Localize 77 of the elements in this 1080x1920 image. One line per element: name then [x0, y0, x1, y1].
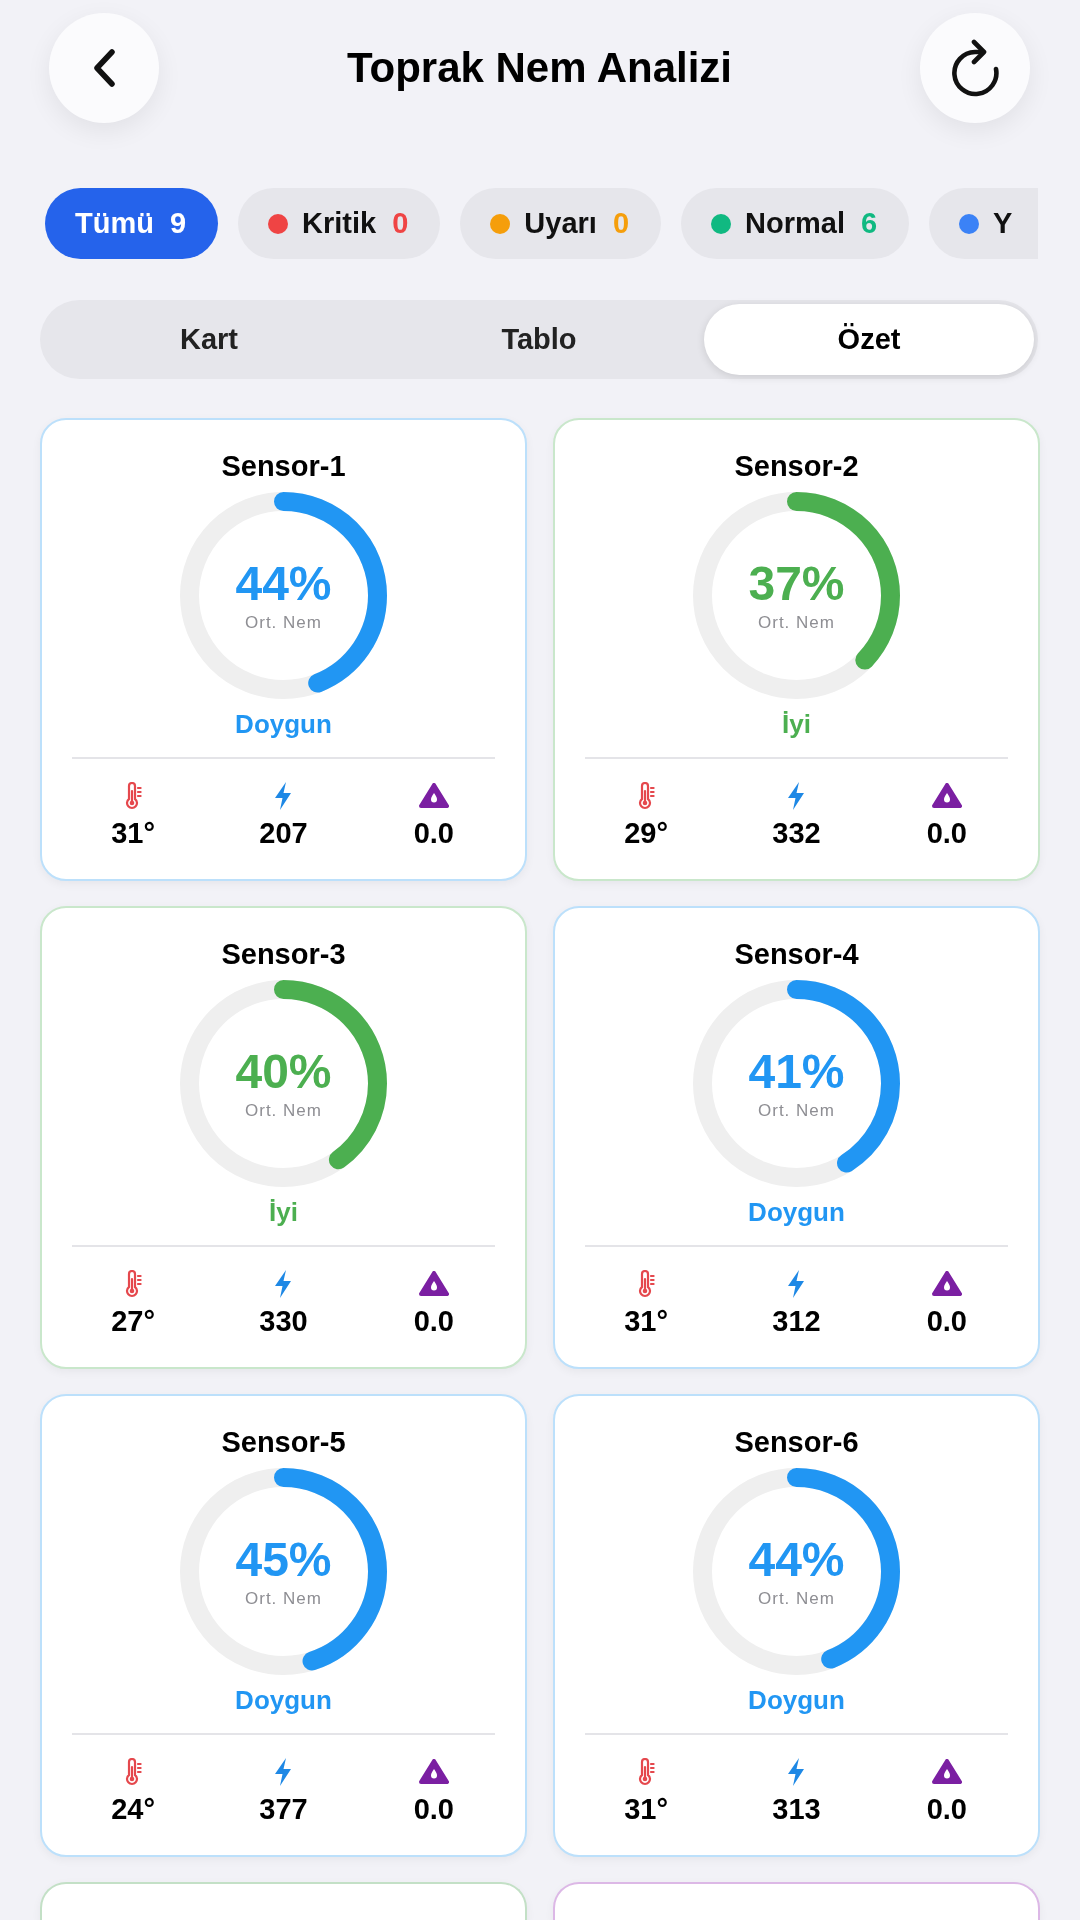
triangle-drop-icon [931, 1759, 962, 1785]
sensor-card[interactable]: Sensor-3 40% Ort. Nem İyi 27° 330 0.0 [40, 906, 527, 1369]
triangle-drop-icon [931, 783, 962, 809]
status-label: Doygun [235, 709, 332, 739]
sensor-name: Sensor-3 [221, 937, 346, 972]
sensor-card[interactable]: Sensor-4 41% Ort. Nem Doygun 31° 312 0.0 [553, 906, 1040, 1369]
gauge-caption: Ort. Nem [245, 1588, 322, 1609]
triangle-drop-icon [418, 783, 449, 809]
metric-value: 31° [624, 1305, 669, 1337]
thermometer-icon [637, 1270, 655, 1298]
metric-value: 31° [624, 1793, 669, 1825]
metric-value: 0.0 [926, 817, 967, 849]
metric-value: 29° [624, 817, 669, 849]
refresh-icon [950, 39, 1000, 97]
filter-chip[interactable]: Y [929, 188, 1038, 259]
metric-value: 377 [259, 1793, 308, 1825]
metric-value: 31° [111, 817, 156, 849]
lightning-icon [274, 1270, 293, 1298]
gauge-caption: Ort. Nem [245, 612, 322, 633]
metric-value: 0.0 [926, 1305, 967, 1337]
chevron-left-icon [92, 49, 116, 87]
metric-value: 0.0 [926, 1793, 967, 1825]
lightning-icon [274, 782, 293, 810]
sensor-name: Sensor-2 [734, 449, 859, 484]
moisture-percent: 44% [235, 558, 332, 609]
lightning-icon [274, 1758, 293, 1786]
sensor-card[interactable]: Sensor-2 37% Ort. Nem İyi 29° 332 0.0 [553, 418, 1040, 881]
moisture-percent: 37% [748, 558, 845, 609]
status-label: İyi [782, 709, 811, 739]
metric-value: 312 [772, 1305, 821, 1337]
moisture-percent: 40% [235, 1046, 332, 1097]
thermometer-icon [124, 782, 142, 810]
metric-value: 27° [111, 1305, 156, 1337]
metric-value: 207 [259, 817, 308, 849]
metric-value: 0.0 [413, 1305, 454, 1337]
gauge-caption: Ort. Nem [758, 1100, 835, 1121]
triangle-drop-icon [418, 1759, 449, 1785]
gauge-caption: Ort. Nem [245, 1100, 322, 1121]
status-label: Doygun [748, 1197, 845, 1227]
thermometer-icon [124, 1270, 142, 1298]
status-label: Doygun [235, 1685, 332, 1715]
sensor-name: Sensor-1 [221, 449, 346, 484]
view-tab[interactable]: Kart [44, 304, 374, 375]
moisture-percent: 41% [748, 1046, 845, 1097]
filter-chip[interactable]: Uyarı 0 [460, 188, 662, 259]
gauge-caption: Ort. Nem [758, 1588, 835, 1609]
triangle-drop-icon [418, 1271, 449, 1297]
screen-title: Toprak Nem Analizi [345, 44, 734, 92]
moisture-percent: 44% [748, 1534, 845, 1585]
filter-chip[interactable]: Normal 6 [681, 188, 910, 259]
lightning-icon [787, 1270, 806, 1298]
sensor-name: Sensor-4 [734, 937, 859, 972]
metric-value: 332 [772, 817, 821, 849]
triangle-drop-icon [931, 1271, 962, 1297]
sensor-card[interactable]: Sensor-6 44% Ort. Nem Doygun 31° 313 0.0 [553, 1394, 1040, 1857]
sensor-name: Sensor-6 [734, 1425, 859, 1460]
metric-value: 313 [772, 1793, 821, 1825]
metric-value: 0.0 [413, 1793, 454, 1825]
sensor-card[interactable]: Sensor-1 44% Ort. Nem Doygun 31° 207 0.0 [40, 418, 527, 881]
sensor-card[interactable]: Sensor-5 45% Ort. Nem Doygun 24° 377 0.0 [40, 1394, 527, 1857]
filter-chip[interactable]: Tümü 9 [45, 188, 219, 259]
gauge-caption: Ort. Nem [758, 612, 835, 633]
metric-value: 0.0 [413, 817, 454, 849]
lightning-icon [787, 782, 806, 810]
filter-chip[interactable]: Kritik 0 [238, 188, 441, 259]
status-label: İyi [269, 1197, 298, 1227]
metric-value: 24° [111, 1793, 156, 1825]
view-tab[interactable]: Özet [704, 304, 1034, 375]
thermometer-icon [637, 782, 655, 810]
metric-value: 330 [259, 1305, 308, 1337]
view-tab[interactable]: Tablo [374, 304, 704, 375]
thermometer-icon [124, 1758, 142, 1786]
status-label: Doygun [748, 1685, 845, 1715]
lightning-icon [787, 1758, 806, 1786]
sensor-name: Sensor-5 [221, 1425, 346, 1460]
thermometer-icon [637, 1758, 655, 1786]
moisture-percent: 45% [235, 1534, 332, 1585]
